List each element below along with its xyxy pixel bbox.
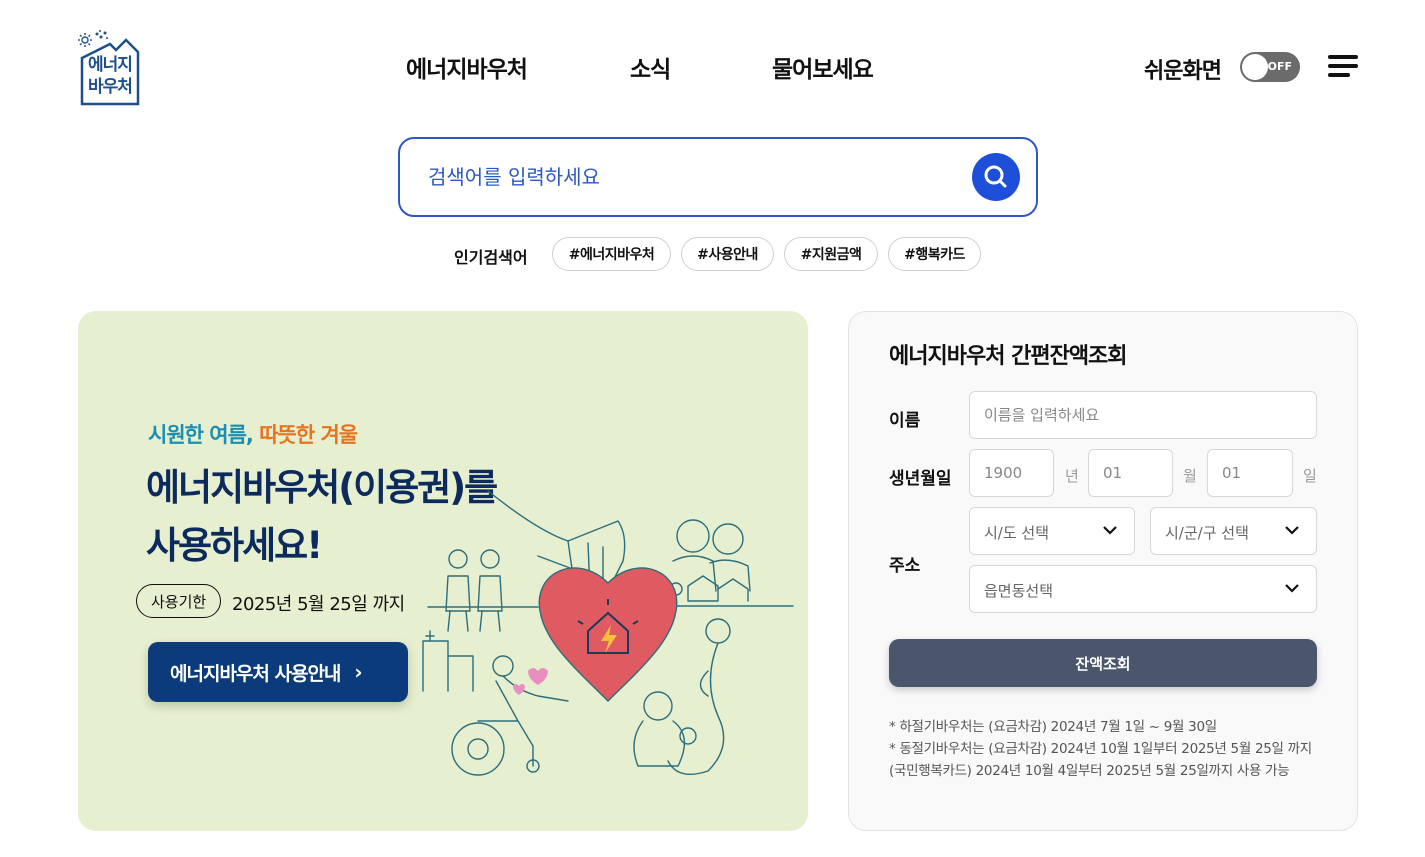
banner-subtitle-summer: 시원한 여름, bbox=[148, 423, 254, 447]
birth-year-wrap bbox=[969, 449, 1054, 497]
balance-check-button[interactable]: 잔액조회 bbox=[889, 639, 1317, 687]
name-label: 이름 bbox=[889, 411, 921, 431]
chevron-right-icon: › bbox=[354, 660, 362, 684]
popular-tag[interactable]: #행복카드 bbox=[888, 237, 981, 271]
logo-line-2: 바우처 bbox=[88, 77, 133, 97]
name-input[interactable] bbox=[970, 392, 1316, 438]
birth-label: 생년월일 bbox=[889, 469, 952, 489]
chevron-down-icon bbox=[1285, 584, 1299, 593]
panel-title: 에너지바우처 간편잔액조회 bbox=[889, 344, 1128, 369]
banner-subtitle: 시원한 여름, 따뜻한 겨울 bbox=[148, 419, 358, 449]
search-input[interactable] bbox=[428, 159, 948, 195]
popular-tag[interactable]: #사용안내 bbox=[681, 237, 774, 271]
name-field-wrap bbox=[969, 391, 1317, 439]
energy-voucher-logo[interactable]: 에너지 바우처 bbox=[76, 28, 140, 108]
chevron-down-icon bbox=[1285, 526, 1299, 535]
birth-year-input[interactable] bbox=[970, 450, 1053, 496]
sido-select[interactable]: 시/도 선택 bbox=[969, 507, 1135, 555]
energy-welfare-illustration bbox=[422, 490, 794, 776]
popular-keywords-label: 인기검색어 bbox=[454, 248, 528, 267]
month-unit: 월 bbox=[1183, 467, 1197, 485]
chevron-down-icon bbox=[1103, 526, 1117, 535]
logo-line-1: 에너지 bbox=[88, 55, 133, 75]
winter-voucher-note: * 동절기바우처는 (요금차감) 2024년 10월 1일부터 2025년 5월… bbox=[889, 741, 1312, 779]
toggle-knob bbox=[1242, 54, 1268, 80]
period-badge: 사용기한 bbox=[136, 584, 222, 618]
nav-news[interactable]: 소식 bbox=[630, 50, 671, 84]
site-header: 에너지 바우처 에너지바우처 소식 물어보세요 쉬운화면 OFF bbox=[0, 0, 1425, 120]
search-button[interactable] bbox=[972, 153, 1020, 201]
birth-day-input[interactable] bbox=[1208, 450, 1292, 496]
search-icon bbox=[984, 165, 1007, 188]
toggle-state-text: OFF bbox=[1267, 60, 1292, 73]
nav-ask[interactable]: 물어보세요 bbox=[772, 50, 874, 84]
popular-tag[interactable]: #지원금액 bbox=[784, 237, 878, 271]
nav-energy-voucher[interactable]: 에너지바우처 bbox=[406, 50, 528, 84]
birth-month-wrap bbox=[1088, 449, 1173, 497]
birth-month-input[interactable] bbox=[1089, 450, 1172, 496]
sigungu-select[interactable]: 시/군/구 선택 bbox=[1150, 507, 1317, 555]
sido-select-text: 시/도 선택 bbox=[984, 524, 1050, 542]
address-label: 주소 bbox=[889, 556, 921, 576]
day-unit: 일 bbox=[1303, 467, 1317, 485]
popular-tag[interactable]: #에너지바우처 bbox=[552, 237, 671, 271]
sigungu-select-text: 시/군/구 선택 bbox=[1165, 524, 1249, 542]
birth-day-wrap bbox=[1207, 449, 1293, 497]
easy-screen-toggle[interactable]: OFF bbox=[1240, 52, 1300, 82]
easy-screen-label: 쉬운화면 bbox=[1144, 59, 1222, 84]
hamburger-menu-icon[interactable] bbox=[1328, 55, 1360, 79]
summer-voucher-note: * 하절기바우처는 (요금차감) 2024년 7월 1일 ~ 9월 30일 bbox=[889, 719, 1217, 735]
usage-guide-label: 에너지바우처 사용안내 bbox=[170, 662, 341, 685]
year-unit: 년 bbox=[1065, 467, 1079, 485]
balance-check-panel: 에너지바우처 간편잔액조회 이름 생년월일 년 월 일 주소 시/도 선택 시/… bbox=[848, 311, 1358, 831]
period-text: 2025년 5월 25일 까지 bbox=[232, 594, 405, 615]
search-box bbox=[398, 137, 1038, 217]
banner-subtitle-winter: 따뜻한 겨울 bbox=[259, 423, 358, 447]
logo-text: 에너지 바우처 bbox=[83, 54, 137, 98]
promo-banner: 시원한 여름, 따뜻한 겨울 에너지바우처(이용권)를 사용하세요! 사용기한 … bbox=[78, 311, 808, 831]
eupmyeondong-select[interactable]: 읍면동선택 bbox=[969, 565, 1317, 613]
eupmyeondong-select-text: 읍면동선택 bbox=[984, 582, 1054, 600]
usage-guide-button[interactable]: 에너지바우처 사용안내 › bbox=[148, 642, 408, 702]
